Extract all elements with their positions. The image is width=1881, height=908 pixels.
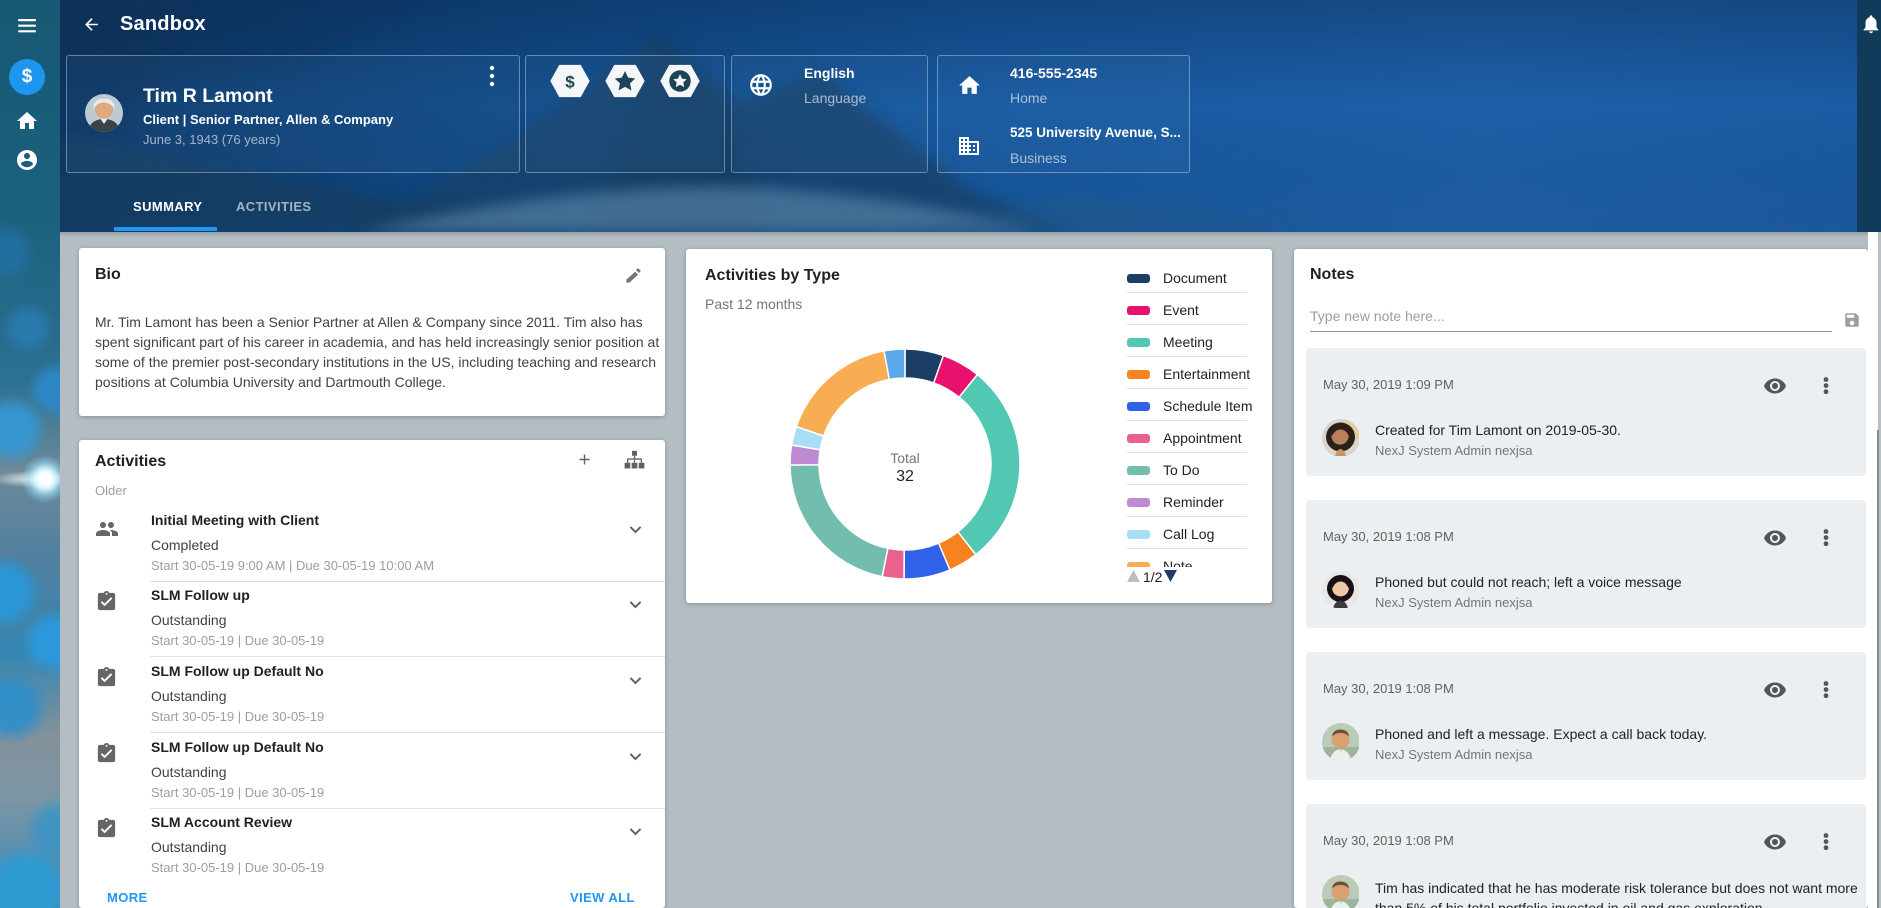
svg-text:$: $: [565, 72, 575, 91]
